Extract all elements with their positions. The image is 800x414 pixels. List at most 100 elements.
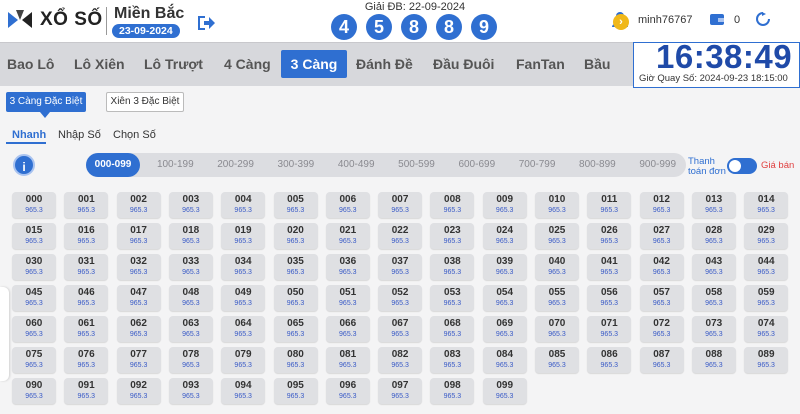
number-cell[interactable]: 073 965.3 [691, 316, 736, 342]
number-cell[interactable]: 011 965.3 [587, 192, 632, 218]
number-cell[interactable]: 099 965.3 [482, 378, 527, 404]
number-cell[interactable]: 038 965.3 [430, 254, 475, 280]
number-cell[interactable]: 048 965.3 [168, 285, 213, 311]
number-cell[interactable]: 023 965.3 [430, 223, 475, 249]
number-cell[interactable]: 054 965.3 [482, 285, 527, 311]
number-cell[interactable]: 087 965.3 [639, 347, 684, 373]
number-cell[interactable]: 052 965.3 [378, 285, 423, 311]
number-cell[interactable]: 076 965.3 [64, 347, 109, 373]
number-cell[interactable]: 098 965.3 [430, 378, 475, 404]
number-cell[interactable]: 042 965.3 [639, 254, 684, 280]
number-cell[interactable]: 083 965.3 [430, 347, 475, 373]
nav-tab-lô-xiên[interactable]: Lô Xiên [74, 56, 125, 72]
number-cell[interactable]: 075 965.3 [12, 347, 56, 373]
number-cell[interactable]: 047 965.3 [116, 285, 161, 311]
number-cell[interactable]: 022 965.3 [378, 223, 423, 249]
number-cell[interactable]: 015 965.3 [12, 223, 56, 249]
number-cell[interactable]: 082 965.3 [378, 347, 423, 373]
number-cell[interactable]: 021 965.3 [325, 223, 370, 249]
info-icon[interactable]: i [13, 154, 35, 176]
nav-tab-lô-trượt[interactable]: Lô Trượt [144, 56, 203, 72]
number-cell[interactable]: 069 965.3 [482, 316, 527, 342]
number-cell[interactable]: 013 965.3 [691, 192, 736, 218]
range-tab-800-899[interactable]: 800-899 [569, 159, 625, 170]
number-cell[interactable]: 008 965.3 [430, 192, 475, 218]
nav-tab-4-càng[interactable]: 4 Càng [224, 56, 271, 72]
number-cell[interactable]: 034 965.3 [221, 254, 266, 280]
number-cell[interactable]: 092 965.3 [116, 378, 161, 404]
range-tab-000-099[interactable]: 000-099 [86, 153, 140, 177]
range-tab-200-299[interactable]: 200-299 [208, 159, 264, 170]
number-cell[interactable]: 074 965.3 [744, 316, 789, 342]
number-cell[interactable]: 041 965.3 [587, 254, 632, 280]
number-cell[interactable]: 003 965.3 [168, 192, 213, 218]
number-cell[interactable]: 046 965.3 [64, 285, 109, 311]
number-cell[interactable]: 059 965.3 [744, 285, 789, 311]
logout-icon[interactable] [196, 14, 216, 32]
nav-tab-fantan[interactable]: FanTan [516, 56, 565, 72]
number-cell[interactable]: 002 965.3 [116, 192, 161, 218]
number-cell[interactable]: 080 965.3 [273, 347, 318, 373]
nav-tab-3-càng[interactable]: 3 Càng [281, 50, 347, 78]
number-cell[interactable]: 039 965.3 [482, 254, 527, 280]
number-cell[interactable]: 081 965.3 [325, 347, 370, 373]
number-cell[interactable]: 043 965.3 [691, 254, 736, 280]
number-cell[interactable]: 033 965.3 [168, 254, 213, 280]
username[interactable]: minh76767 [638, 14, 692, 26]
range-tab-100-199[interactable]: 100-199 [147, 159, 203, 170]
number-cell[interactable]: 001 965.3 [64, 192, 109, 218]
range-tab-600-699[interactable]: 600-699 [449, 159, 505, 170]
number-cell[interactable]: 029 965.3 [744, 223, 789, 249]
number-cell[interactable]: 051 965.3 [325, 285, 370, 311]
number-cell[interactable]: 057 965.3 [639, 285, 684, 311]
number-cell[interactable]: 090 965.3 [12, 378, 56, 404]
number-cell[interactable]: 006 965.3 [325, 192, 370, 218]
number-cell[interactable]: 062 965.3 [116, 316, 161, 342]
number-cell[interactable]: 020 965.3 [273, 223, 318, 249]
nav-tab-đầu-đuôi[interactable]: Đầu Đuôi [433, 56, 494, 72]
number-cell[interactable]: 000 965.3 [12, 192, 56, 218]
number-cell[interactable]: 007 965.3 [378, 192, 423, 218]
number-cell[interactable]: 036 965.3 [325, 254, 370, 280]
number-cell[interactable]: 027 965.3 [639, 223, 684, 249]
number-cell[interactable]: 016 965.3 [64, 223, 109, 249]
number-cell[interactable]: 014 965.3 [744, 192, 789, 218]
mode-nhap-so[interactable]: Nhập Số [58, 129, 101, 141]
number-cell[interactable]: 085 965.3 [535, 347, 579, 373]
number-cell[interactable]: 091 965.3 [64, 378, 109, 404]
number-cell[interactable]: 058 965.3 [691, 285, 736, 311]
number-cell[interactable]: 060 965.3 [12, 316, 56, 342]
mode-chon-so[interactable]: Chọn Số [113, 129, 156, 141]
number-cell[interactable]: 086 965.3 [587, 347, 632, 373]
number-cell[interactable]: 037 965.3 [378, 254, 423, 280]
subtab-xien-3-dac-biet[interactable]: Xiên 3 Đặc Biệt [106, 92, 184, 112]
number-cell[interactable]: 089 965.3 [744, 347, 789, 373]
number-cell[interactable]: 070 965.3 [535, 316, 579, 342]
number-cell[interactable]: 056 965.3 [587, 285, 632, 311]
number-cell[interactable]: 045 965.3 [12, 285, 56, 311]
number-cell[interactable]: 010 965.3 [535, 192, 579, 218]
number-cell[interactable]: 066 965.3 [325, 316, 370, 342]
number-cell[interactable]: 055 965.3 [535, 285, 579, 311]
number-cell[interactable]: 095 965.3 [273, 378, 318, 404]
number-cell[interactable]: 078 965.3 [168, 347, 213, 373]
number-cell[interactable]: 004 965.3 [221, 192, 266, 218]
number-cell[interactable]: 072 965.3 [639, 316, 684, 342]
number-cell[interactable]: 096 965.3 [325, 378, 370, 404]
nav-next-icon[interactable]: › [613, 14, 629, 30]
side-drawer-handle[interactable] [0, 287, 9, 381]
number-cell[interactable]: 025 965.3 [535, 223, 579, 249]
number-cell[interactable]: 088 965.3 [691, 347, 736, 373]
number-cell[interactable]: 017 965.3 [116, 223, 161, 249]
number-cell[interactable]: 044 965.3 [744, 254, 789, 280]
number-cell[interactable]: 067 965.3 [378, 316, 423, 342]
number-cell[interactable]: 026 965.3 [587, 223, 632, 249]
number-cell[interactable]: 068 965.3 [430, 316, 475, 342]
number-cell[interactable]: 024 965.3 [482, 223, 527, 249]
range-tab-700-799[interactable]: 700-799 [509, 159, 565, 170]
number-cell[interactable]: 097 965.3 [378, 378, 423, 404]
number-cell[interactable]: 019 965.3 [221, 223, 266, 249]
number-cell[interactable]: 084 965.3 [482, 347, 527, 373]
number-cell[interactable]: 050 965.3 [273, 285, 318, 311]
number-cell[interactable]: 094 965.3 [221, 378, 266, 404]
